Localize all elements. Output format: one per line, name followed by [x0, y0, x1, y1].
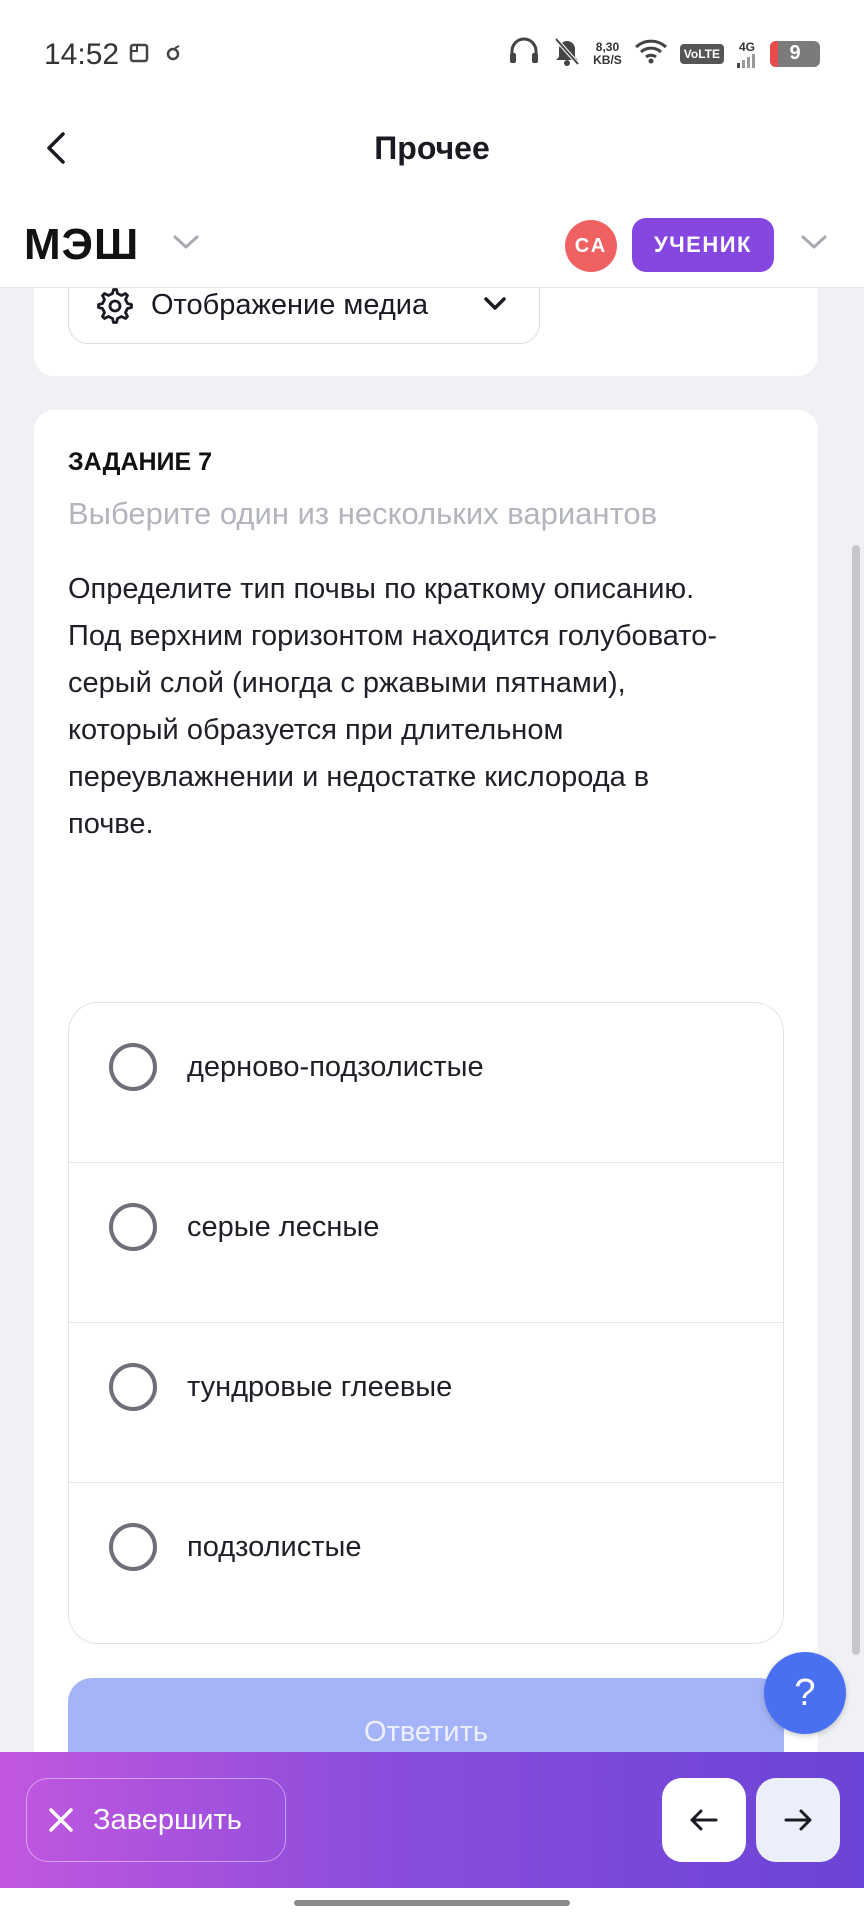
- finish-button[interactable]: Завершить: [26, 1778, 286, 1862]
- answer-option-label: серые лесные: [187, 1211, 380, 1243]
- task-number: ЗАДАНИЕ 7: [68, 448, 213, 476]
- bottom-action-bar: Завершить: [0, 1752, 864, 1888]
- answer-option[interactable]: тундровые глеевые: [69, 1323, 783, 1483]
- brand-bar: МЭШ СА УЧЕНИК: [0, 190, 864, 288]
- question-line: переувлажнении и недостатке кислорода в: [68, 761, 650, 793]
- network-speed-unit: KB/S: [593, 52, 622, 67]
- help-button[interactable]: ?: [764, 1652, 846, 1734]
- cell-signal: 4G: [736, 40, 758, 68]
- mesh-logo[interactable]: МЭШ: [24, 220, 139, 270]
- radio-button[interactable]: [109, 1043, 157, 1091]
- network-type: 4G: [738, 39, 755, 54]
- network-speed: 8,30 KB/S: [593, 39, 622, 67]
- page-title: Прочее: [374, 130, 490, 166]
- task-card: ЗАДАНИЕ 7 Выберите один из нескольких ва…: [34, 410, 818, 1810]
- scrollbar[interactable]: [852, 545, 860, 1655]
- role-badge[interactable]: УЧЕНИК: [632, 218, 774, 272]
- status-bar: 14:52 8,30 KB/S VoLTE 4G 9: [0, 0, 864, 108]
- network-speed-value: 8,30: [595, 39, 620, 54]
- bell-muted-icon: [553, 36, 581, 71]
- question-line: который образуется при длительном: [68, 714, 564, 746]
- signal-bars-icon: [737, 53, 755, 68]
- screenshot-icon: [128, 42, 150, 69]
- close-icon: [49, 1808, 73, 1832]
- headphones-icon: [507, 37, 541, 70]
- radio-button[interactable]: [109, 1203, 157, 1251]
- next-task-button[interactable]: [756, 1778, 840, 1862]
- status-right-icons: 8,30 KB/S VoLTE 4G 9: [507, 36, 820, 71]
- home-indicator[interactable]: [294, 1900, 570, 1906]
- question-line: Определите тип почвы по краткому описани…: [68, 573, 695, 605]
- task-hint: Выберите один из нескольких вариантов: [68, 496, 658, 531]
- media-display-label: Отображение медиа: [151, 289, 429, 321]
- answer-option-label: тундровые глеевые: [187, 1371, 453, 1403]
- status-left-icons: [128, 42, 182, 69]
- battery-indicator: 9: [770, 40, 820, 67]
- chevron-down-icon[interactable]: [172, 234, 200, 255]
- answer-option-label: подзолистые: [187, 1531, 362, 1563]
- chevron-down-icon[interactable]: [800, 234, 828, 255]
- finish-label: Завершить: [93, 1803, 242, 1836]
- question-line: серый слой (иногда с ржавыми пятнами),: [68, 667, 626, 699]
- status-time: 14:52: [44, 38, 120, 71]
- avatar[interactable]: СА: [565, 220, 617, 272]
- volte-badge: VoLTE: [679, 43, 724, 64]
- arrow-right-icon: [784, 1809, 812, 1831]
- app-header: Прочее: [0, 108, 864, 190]
- gear-icon: [97, 287, 133, 324]
- arrow-left-icon: [690, 1809, 718, 1831]
- answer-option[interactable]: дерново-подзолистые: [69, 1003, 783, 1163]
- circle-status-icon: [164, 44, 182, 67]
- radio-button[interactable]: [109, 1363, 157, 1411]
- previous-task-button[interactable]: [662, 1778, 746, 1862]
- battery-level: 9: [789, 42, 801, 64]
- question-line: почве.: [68, 808, 154, 840]
- wifi-icon: [634, 38, 668, 69]
- answer-option[interactable]: подзолистые: [69, 1483, 783, 1643]
- task-question: Определите тип почвы по краткому описани…: [68, 566, 788, 848]
- question-line: Под верхним горизонтом находится голубов…: [68, 620, 718, 652]
- answer-option-label: дерново-подзолистые: [187, 1051, 484, 1083]
- radio-button[interactable]: [109, 1523, 157, 1571]
- gesture-area: [0, 1888, 864, 1920]
- chevron-down-icon: [483, 296, 507, 317]
- answer-option[interactable]: серые лесные: [69, 1163, 783, 1323]
- answer-options: дерново-подзолистые серые лесные тундров…: [68, 1002, 784, 1644]
